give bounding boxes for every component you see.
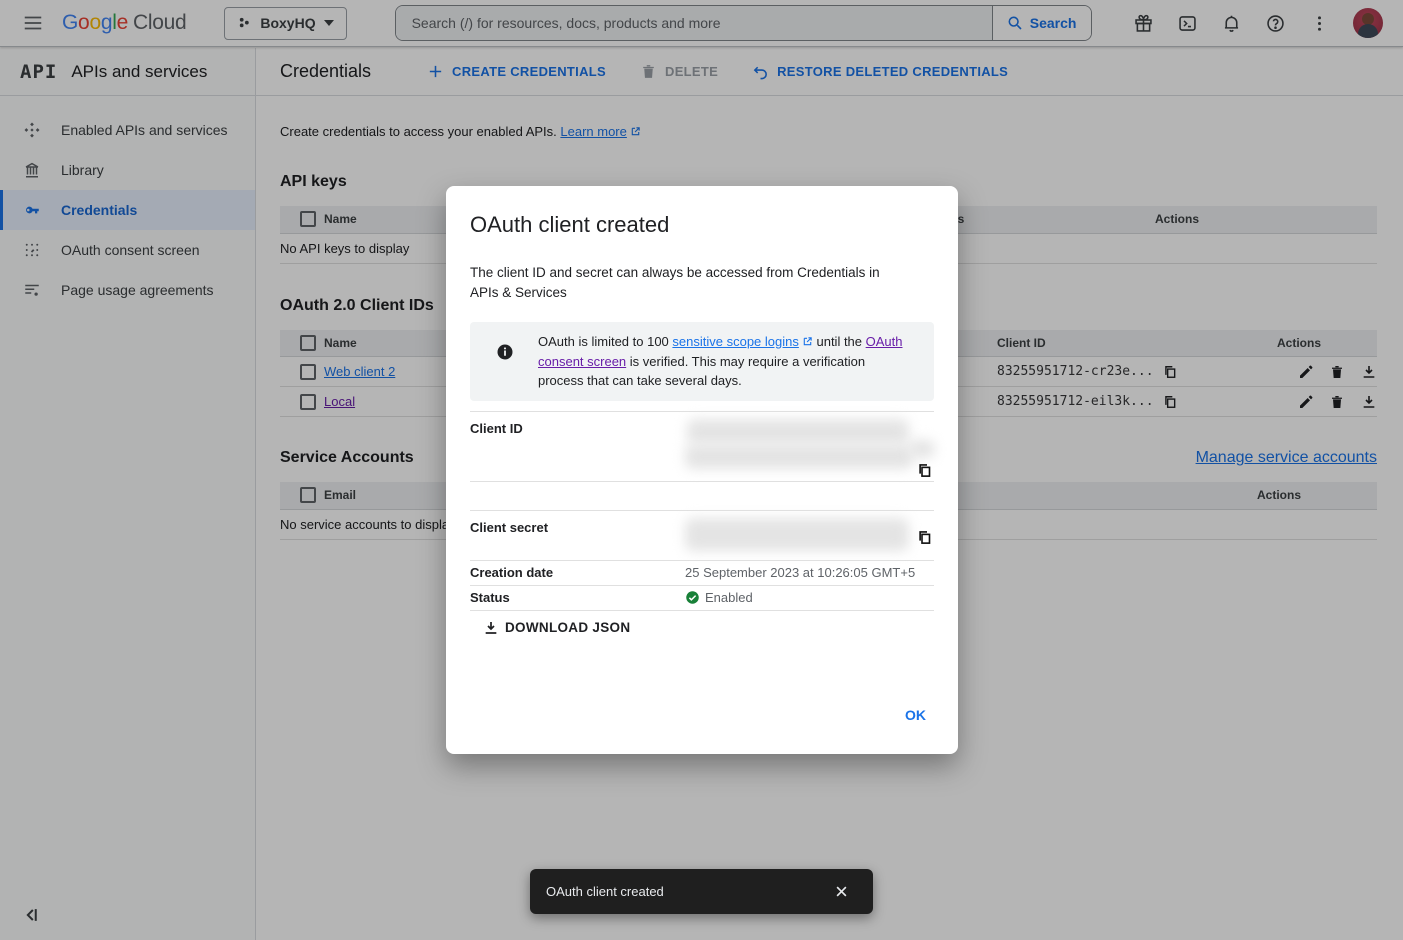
creation-date-value: 25 September 2023 at 10:26:05 GMT+5 bbox=[685, 565, 934, 580]
oauth-limit-notice: OAuth is limited to 100 sensitive scope … bbox=[470, 322, 934, 401]
snackbar-message: OAuth client created bbox=[546, 884, 664, 899]
creation-date-label: Creation date bbox=[470, 565, 685, 580]
client-id-redacted-value bbox=[685, 412, 934, 481]
status-row: Status Enabled bbox=[470, 586, 934, 611]
client-secret-label: Client secret bbox=[470, 511, 685, 560]
dialog-title: OAuth client created bbox=[470, 212, 934, 238]
status-value: Enabled bbox=[705, 590, 753, 605]
external-link-icon bbox=[802, 336, 813, 347]
creation-date-row: Creation date 25 September 2023 at 10:26… bbox=[470, 561, 934, 586]
ok-button[interactable]: OK bbox=[899, 703, 932, 727]
notice-text-mid: until the bbox=[813, 334, 866, 349]
client-secret-row: Client secret bbox=[470, 511, 934, 561]
notice-text-pre: OAuth is limited to 100 bbox=[538, 334, 672, 349]
copy-client-id-icon[interactable] bbox=[917, 463, 932, 478]
copy-client-secret-icon[interactable] bbox=[917, 530, 932, 545]
spacer-row bbox=[470, 482, 934, 511]
dialog-subtitle: The client ID and secret can always be a… bbox=[470, 263, 898, 303]
client-secret-redacted-value bbox=[685, 511, 934, 560]
check-circle-icon bbox=[685, 590, 700, 605]
download-json-label: DOWNLOAD JSON bbox=[505, 620, 630, 635]
oauth-client-created-dialog: OAuth client created The client ID and s… bbox=[446, 186, 958, 754]
download-json-button[interactable]: DOWNLOAD JSON bbox=[483, 620, 630, 636]
client-id-label: Client ID bbox=[470, 412, 685, 481]
info-icon bbox=[496, 343, 514, 361]
status-label: Status bbox=[470, 590, 685, 605]
download-icon bbox=[483, 620, 499, 636]
close-icon[interactable] bbox=[834, 884, 849, 899]
sensitive-scope-logins-link[interactable]: sensitive scope logins bbox=[672, 334, 798, 349]
client-id-row: Client ID bbox=[470, 411, 934, 482]
snackbar: OAuth client created bbox=[530, 869, 873, 914]
